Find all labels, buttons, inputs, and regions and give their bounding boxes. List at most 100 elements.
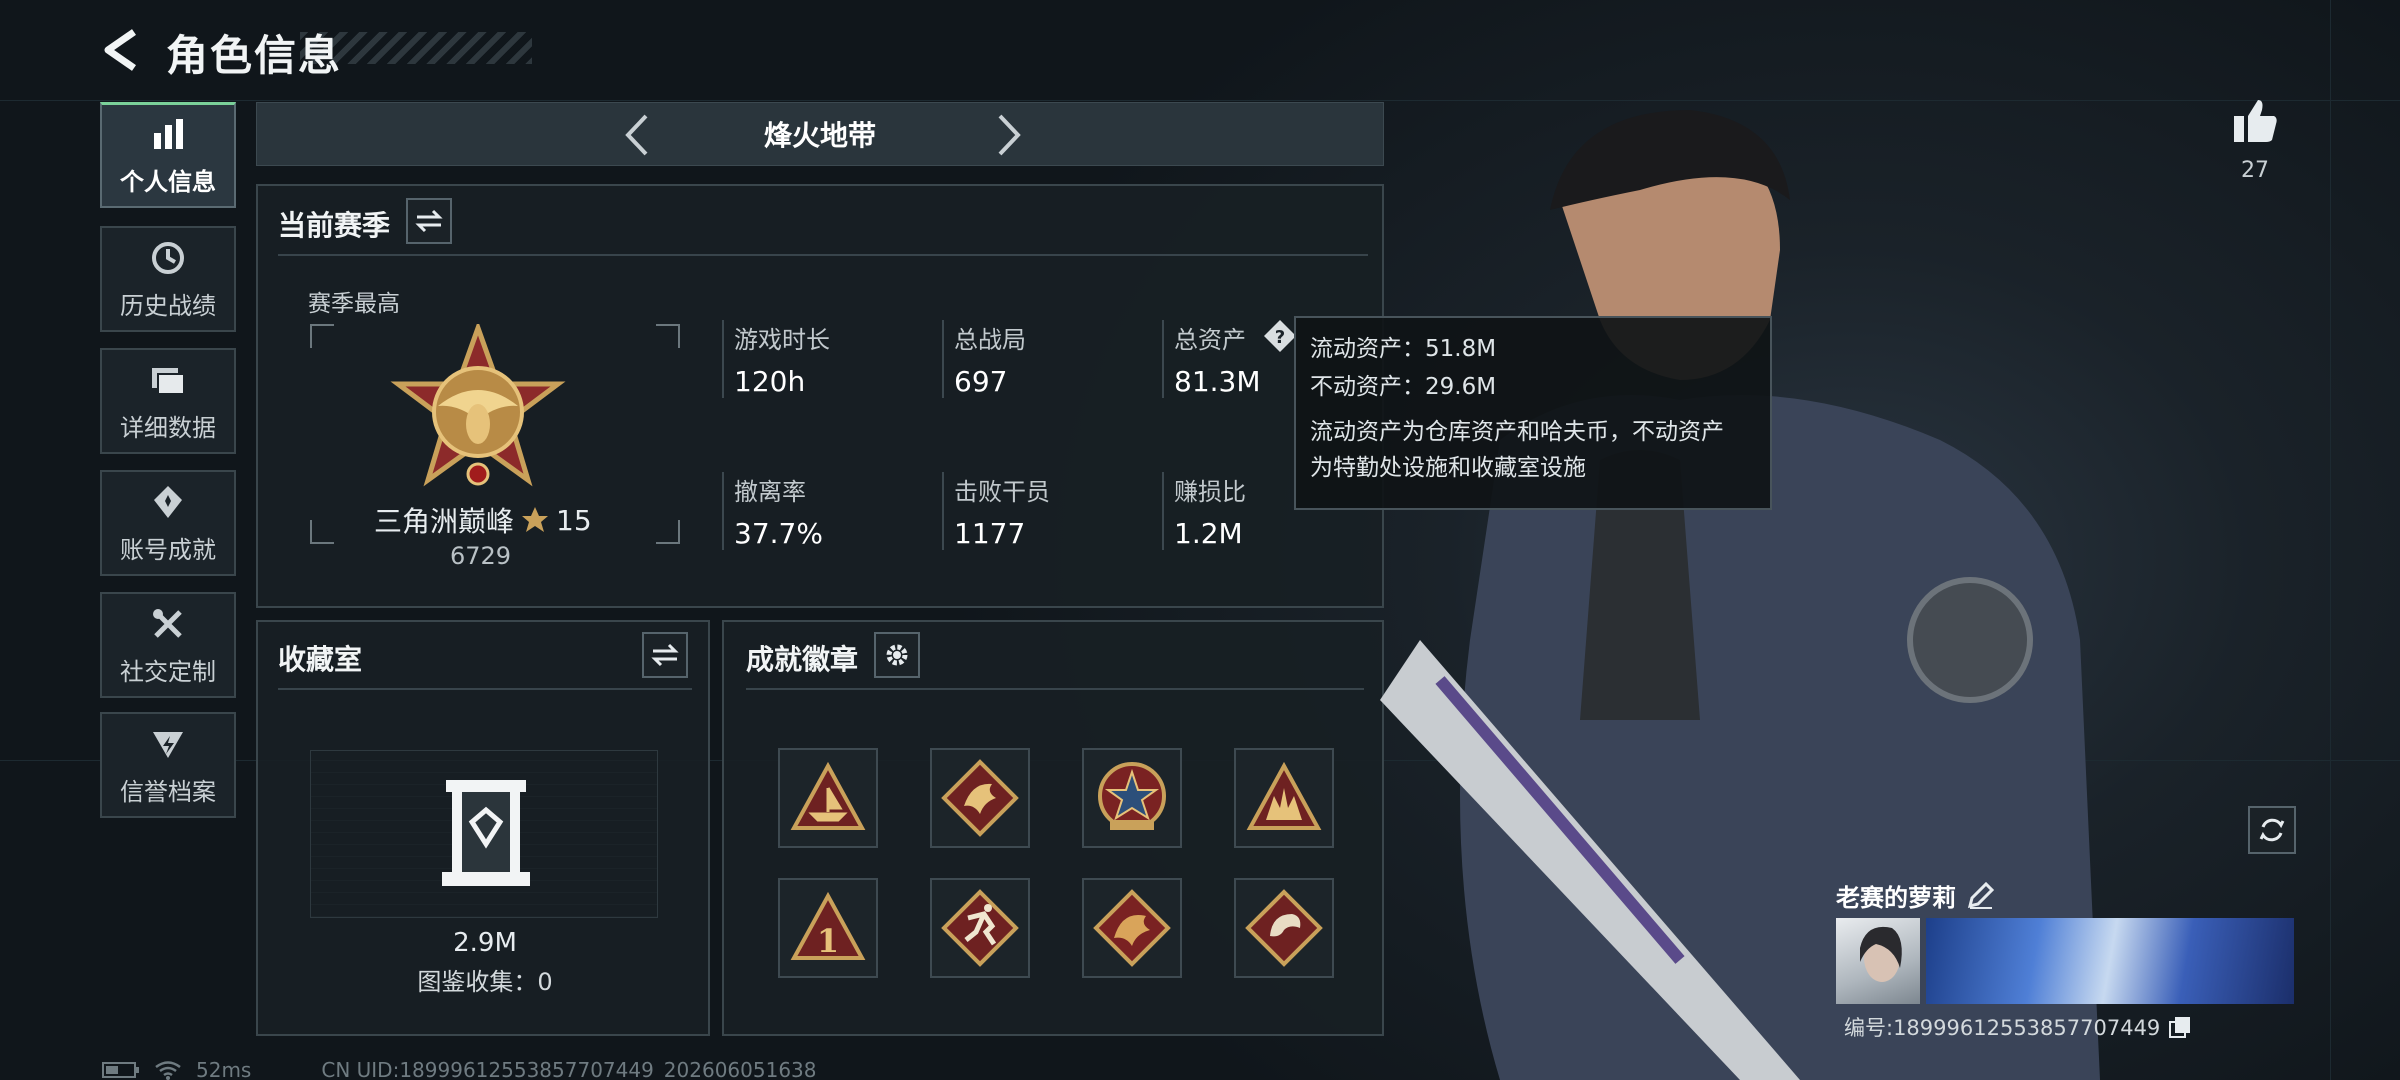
- swap-icon: [651, 643, 679, 667]
- stat-value: 120h: [734, 365, 806, 398]
- profile-banner[interactable]: [1926, 918, 2294, 1004]
- refresh-icon: [2259, 818, 2285, 842]
- wifi-icon: [155, 1061, 181, 1080]
- edit-icon[interactable]: [1966, 881, 1994, 910]
- bar-chart-icon: [148, 114, 188, 154]
- sidebar-item-label: 历史战绩: [120, 291, 216, 320]
- sidebar-item-reputation[interactable]: 信誉档案: [100, 712, 236, 818]
- runner-badge-icon[interactable]: [930, 878, 1030, 978]
- player-id: 编号:18999612553857707449: [1844, 1016, 2161, 1040]
- rank-name: 三角洲巅峰: [374, 505, 515, 538]
- sidebar-item-personal-info[interactable]: 个人信息: [100, 102, 236, 208]
- next-map-button[interactable]: [985, 111, 1033, 159]
- rotate-button[interactable]: [2248, 806, 2296, 854]
- dragon-badge-icon[interactable]: [930, 748, 1030, 848]
- stat-value: 1.2M: [1174, 517, 1243, 550]
- divider: [278, 688, 692, 690]
- player-name: 老赛的萝莉: [1836, 884, 1956, 912]
- player-name-row: 老赛的萝莉: [1836, 878, 1994, 913]
- chevron-left-icon: [625, 114, 648, 156]
- stat-value: 697: [954, 365, 1008, 398]
- achievements-settings-button[interactable]: [874, 632, 920, 678]
- rank-label: 三角洲巅峰 15: [374, 500, 592, 540]
- number-one-badge-icon[interactable]: 1: [778, 878, 878, 978]
- stat-label: 总资产: [1174, 326, 1246, 354]
- stat-value: 81.3M: [1174, 365, 1261, 398]
- stat-total-assets: 总资产 81.3M: [1162, 320, 1261, 398]
- gear-icon: [886, 644, 908, 666]
- tooltip-desc-line: 流动资产为仓库资产和哈夫币，不动资产: [1310, 419, 1724, 445]
- chevron-left-icon: [104, 29, 136, 71]
- tooltip-description: 流动资产为仓库资产和哈夫币，不动资产 为特勤处设施和收藏室设施: [1310, 414, 1756, 486]
- star-badge-icon[interactable]: [1082, 748, 1182, 848]
- like-button[interactable]: [2230, 96, 2280, 146]
- sidebar-item-history[interactable]: 历史战绩: [100, 226, 236, 332]
- frame-corner: [656, 324, 680, 348]
- sailboat-badge-icon[interactable]: [778, 748, 878, 848]
- ping: 52ms: [196, 1058, 252, 1080]
- rank-score: 6729: [450, 542, 512, 570]
- hands-badge-icon[interactable]: [1234, 748, 1334, 848]
- page-title: 角色信息: [166, 31, 343, 80]
- switch-collection-button[interactable]: [642, 632, 688, 678]
- sidebar-item-social[interactable]: 社交定制: [100, 592, 236, 698]
- collection-panel: 收藏室 2.9M 图鉴收集：0: [256, 620, 710, 1036]
- prev-map-button[interactable]: [613, 111, 661, 159]
- rank-stars: 15: [556, 503, 592, 537]
- svg-text:1: 1: [817, 922, 839, 960]
- display-case-icon: [440, 778, 532, 888]
- stat-total-matches: 总战局 697: [942, 320, 1026, 398]
- stat-play-time: 游戏时长 120h: [722, 320, 830, 398]
- switch-season-button[interactable]: [406, 198, 452, 244]
- sidebar-item-detailed-data[interactable]: 详细数据: [100, 348, 236, 454]
- divider: [278, 254, 1368, 256]
- stat-profit-loss: 赚损比 1.2M: [1162, 472, 1246, 550]
- stat-extraction-rate: 撤离率 37.7%: [722, 472, 823, 550]
- help-icon[interactable]: ?: [1262, 318, 1298, 354]
- frame-corner: [310, 324, 334, 348]
- status-bar: 52ms CN UID:18999612553857707449_2026060…: [102, 1058, 817, 1080]
- collection-value: 2.9M: [453, 928, 517, 958]
- star-icon: [522, 507, 549, 532]
- tooltip-desc-line: 为特勤处设施和收藏室设施: [1310, 455, 1586, 481]
- shield-icon: [148, 724, 188, 764]
- dragon-red-badge-icon[interactable]: [1082, 878, 1182, 978]
- stat-value: 1177: [954, 517, 1026, 550]
- copy-icon[interactable]: [2168, 1015, 2192, 1039]
- clock-icon: [148, 238, 188, 278]
- sidebar-item-label: 个人信息: [120, 168, 216, 196]
- grid-line: [2330, 0, 2331, 1080]
- achievements-panel: 成就徽章 1: [722, 620, 1384, 1036]
- gallery-count: 图鉴收集：0: [417, 968, 553, 996]
- svg-text:?: ?: [1275, 327, 1285, 348]
- season-best-label: 赛季最高: [308, 291, 400, 317]
- swap-icon: [415, 209, 443, 233]
- stat-kills: 击败干员 1177: [942, 472, 1050, 550]
- stat-label: 总战局: [954, 326, 1026, 354]
- stat-label: 击败干员: [954, 478, 1050, 506]
- folder-icon: [148, 360, 188, 400]
- frame-corner: [310, 520, 334, 544]
- thumbs-up-icon: [2234, 100, 2277, 142]
- sidebar-item-achievements[interactable]: 账号成就: [100, 470, 236, 576]
- sidebar-item-label: 信誉档案: [120, 777, 216, 806]
- uid: CN UID:18999612553857707449_202606051638: [321, 1058, 817, 1080]
- map-name: 烽火地带: [763, 119, 876, 152]
- sidebar-item-label: 账号成就: [120, 535, 216, 564]
- stat-label: 赚损比: [1174, 478, 1246, 506]
- avatar[interactable]: [1836, 918, 1920, 1004]
- stat-label: 撤离率: [734, 478, 806, 506]
- stat-value: 37.7%: [734, 517, 823, 550]
- medal-icon: [148, 482, 188, 522]
- frame-corner: [656, 520, 680, 544]
- collection-title: 收藏室: [278, 643, 363, 676]
- like-count: 27: [2241, 158, 2269, 183]
- chevron-right-icon: [998, 114, 1021, 156]
- season-title: 当前赛季: [278, 209, 391, 242]
- player-id-row: 编号:18999612553857707449: [1844, 1012, 2192, 1042]
- map-selector: 烽火地带: [256, 102, 1384, 166]
- snake-badge-icon[interactable]: [1234, 878, 1334, 978]
- achievements-title: 成就徽章: [746, 643, 859, 676]
- back-button[interactable]: [96, 26, 144, 74]
- season-panel: 当前赛季 赛季最高 三角洲巅峰 15 6729 游戏时长 120h 总战局 69…: [256, 184, 1384, 608]
